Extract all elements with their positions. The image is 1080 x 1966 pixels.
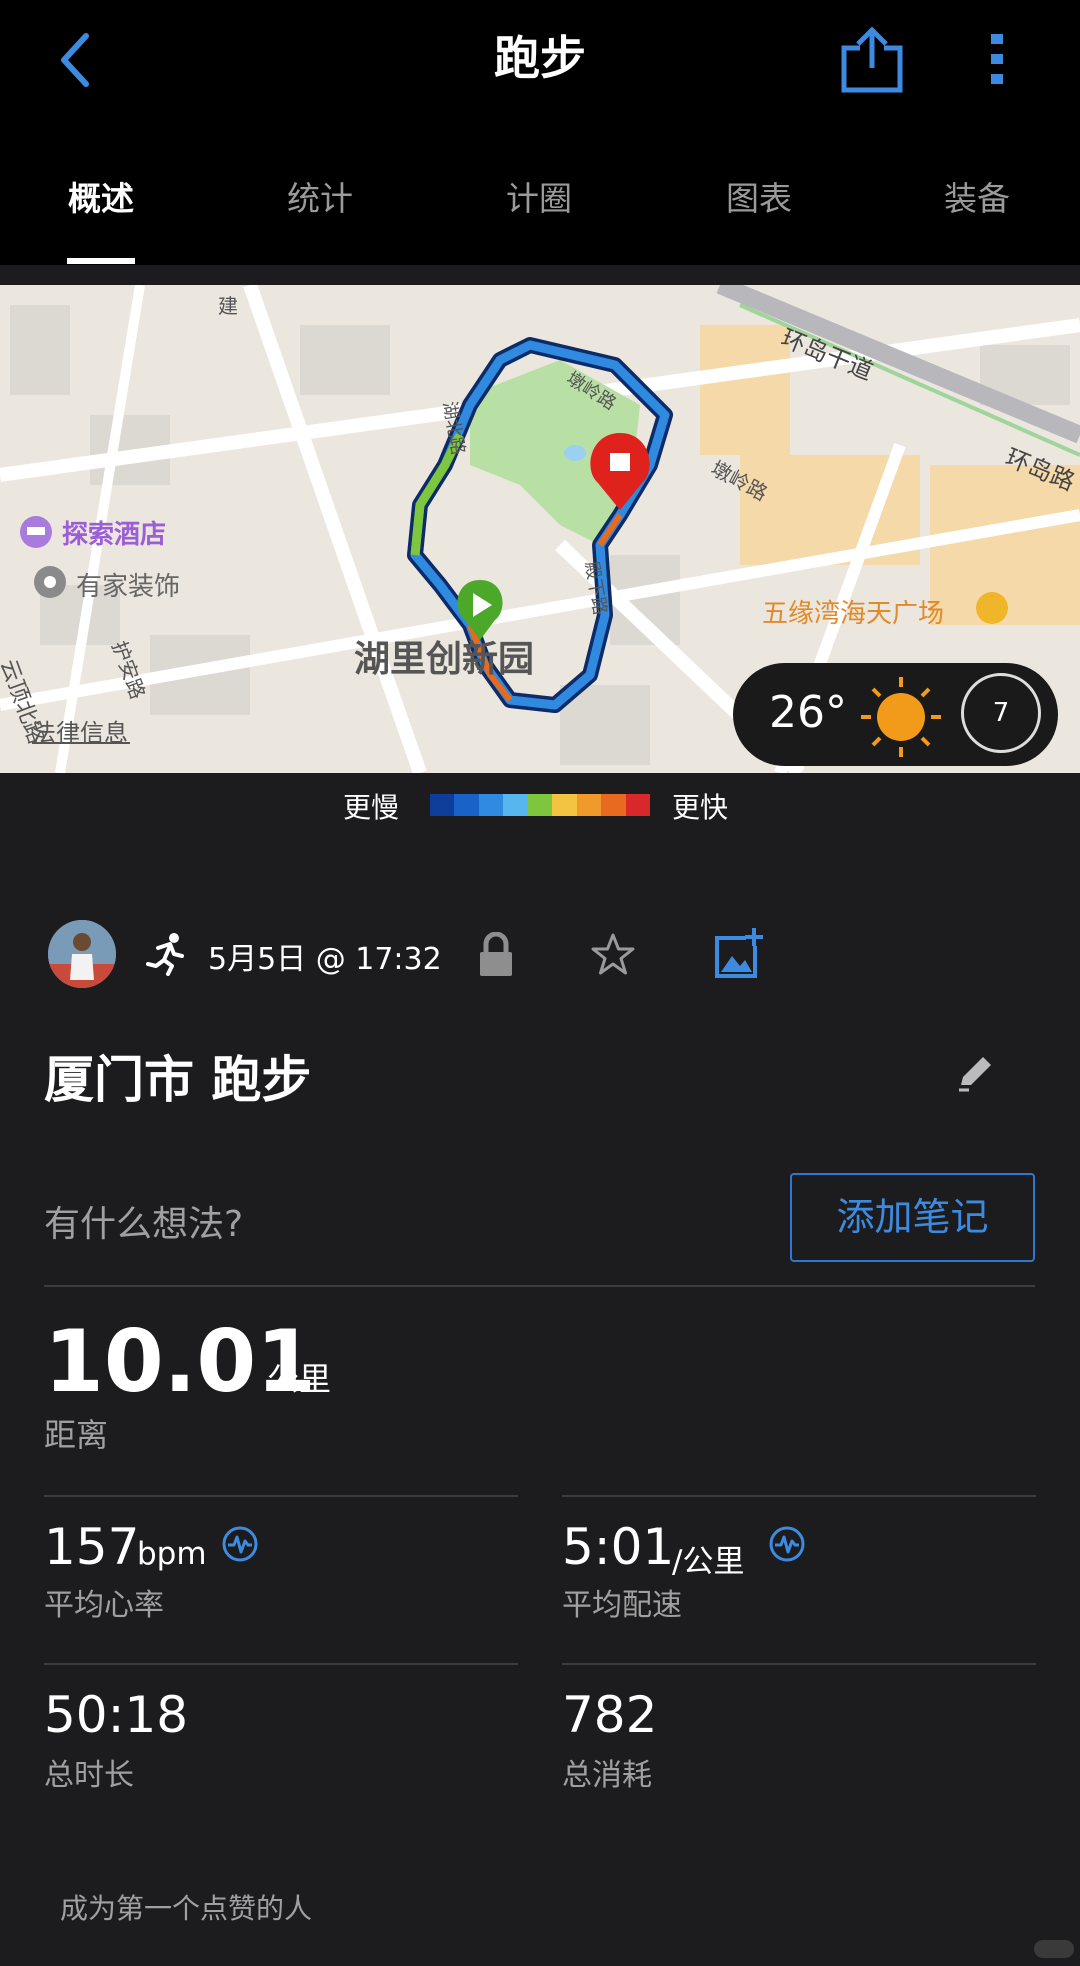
- divider: [562, 1663, 1036, 1665]
- legend-color-bar: [430, 794, 650, 816]
- activity-title: 厦门市 跑步: [44, 1051, 312, 1109]
- tab-bar: 概述 统计 计圈 图表 装备: [0, 160, 1080, 265]
- map-label-park: 湖里创新园: [354, 639, 535, 680]
- avg-hr-label: 平均心率: [44, 1588, 164, 1623]
- weather-badge: 26° 7: [733, 663, 1058, 766]
- page-title: 跑步: [494, 31, 586, 85]
- legend-swatch: [478, 794, 504, 816]
- avg-pace-value: 5:01: [562, 1518, 675, 1576]
- add-note-button[interactable]: 添加笔记: [790, 1173, 1035, 1262]
- distance-unit: 公里: [267, 1360, 332, 1398]
- divider: [44, 1663, 518, 1665]
- map-label-hotel[interactable]: 探索酒店: [62, 514, 166, 551]
- distance-label: 距离: [44, 1416, 109, 1454]
- pace-legend: 更慢 更快: [0, 780, 1080, 830]
- calories-value: 782: [562, 1686, 658, 1744]
- active-tab-indicator: [67, 258, 135, 264]
- pace-info-icon[interactable]: [768, 1525, 806, 1563]
- star-icon[interactable]: [590, 932, 636, 978]
- calories-label: 总消耗: [562, 1758, 652, 1793]
- legend-swatch: [601, 794, 626, 816]
- add-photo-icon[interactable]: [714, 926, 764, 980]
- wind-speed: 7: [961, 673, 1041, 753]
- heart-rate-info-icon[interactable]: [221, 1525, 259, 1563]
- activity-meta: 5月5日 @ 17:32: [0, 920, 1080, 990]
- tab-stats[interactable]: 统计: [240, 172, 400, 220]
- legend-swatch: [454, 794, 479, 816]
- legend-swatch: [527, 794, 553, 816]
- temperature: 26°: [769, 687, 847, 738]
- tab-overview[interactable]: 概述: [21, 172, 181, 220]
- legend-swatch: [625, 794, 650, 816]
- divider: [562, 1495, 1036, 1497]
- total-time-label: 总时长: [44, 1758, 134, 1793]
- watermark: [1034, 1940, 1074, 1958]
- sun-icon: [861, 677, 941, 757]
- tab-charts[interactable]: 图表: [679, 172, 839, 220]
- total-time-value: 50:18: [44, 1686, 189, 1744]
- legend-slower: 更慢: [343, 791, 400, 824]
- tab-gear[interactable]: 装备: [897, 172, 1057, 220]
- tab-laps[interactable]: 计圈: [459, 172, 619, 220]
- legend-swatch: [576, 794, 602, 816]
- legend-swatch: [552, 794, 577, 816]
- share-icon[interactable]: [840, 24, 904, 94]
- avg-hr-unit: bpm: [137, 1536, 207, 1572]
- avg-pace-label: 平均配速: [562, 1588, 682, 1623]
- avg-pace-unit: /公里: [672, 1544, 745, 1580]
- more-options-icon[interactable]: [985, 30, 1011, 90]
- legend-swatch: [430, 794, 455, 816]
- running-icon: [146, 933, 184, 976]
- map-label-road-jian: 建: [218, 294, 238, 318]
- map-label-deco[interactable]: 有家装饰: [76, 566, 180, 603]
- edit-icon[interactable]: [955, 1053, 995, 1093]
- activity-date: 5月5日 @ 17:32: [208, 942, 442, 977]
- legal-info-link[interactable]: 法律信息: [32, 713, 128, 748]
- divider: [44, 1495, 518, 1497]
- divider: [44, 1285, 1035, 1287]
- legend-swatch: [503, 794, 528, 816]
- lock-icon[interactable]: [478, 932, 514, 978]
- map-label-mall[interactable]: 五缘湾海天广场: [762, 593, 944, 630]
- thoughts-placeholder[interactable]: 有什么想法?: [44, 1195, 243, 1247]
- avg-hr-value: 157: [44, 1518, 140, 1576]
- legend-faster: 更快: [672, 791, 729, 824]
- likes-text[interactable]: 成为第一个点赞的人: [60, 1887, 312, 1927]
- top-bar: 跑步 概述 统计 计圈 图表 装备: [0, 0, 1080, 265]
- avatar[interactable]: [48, 920, 116, 988]
